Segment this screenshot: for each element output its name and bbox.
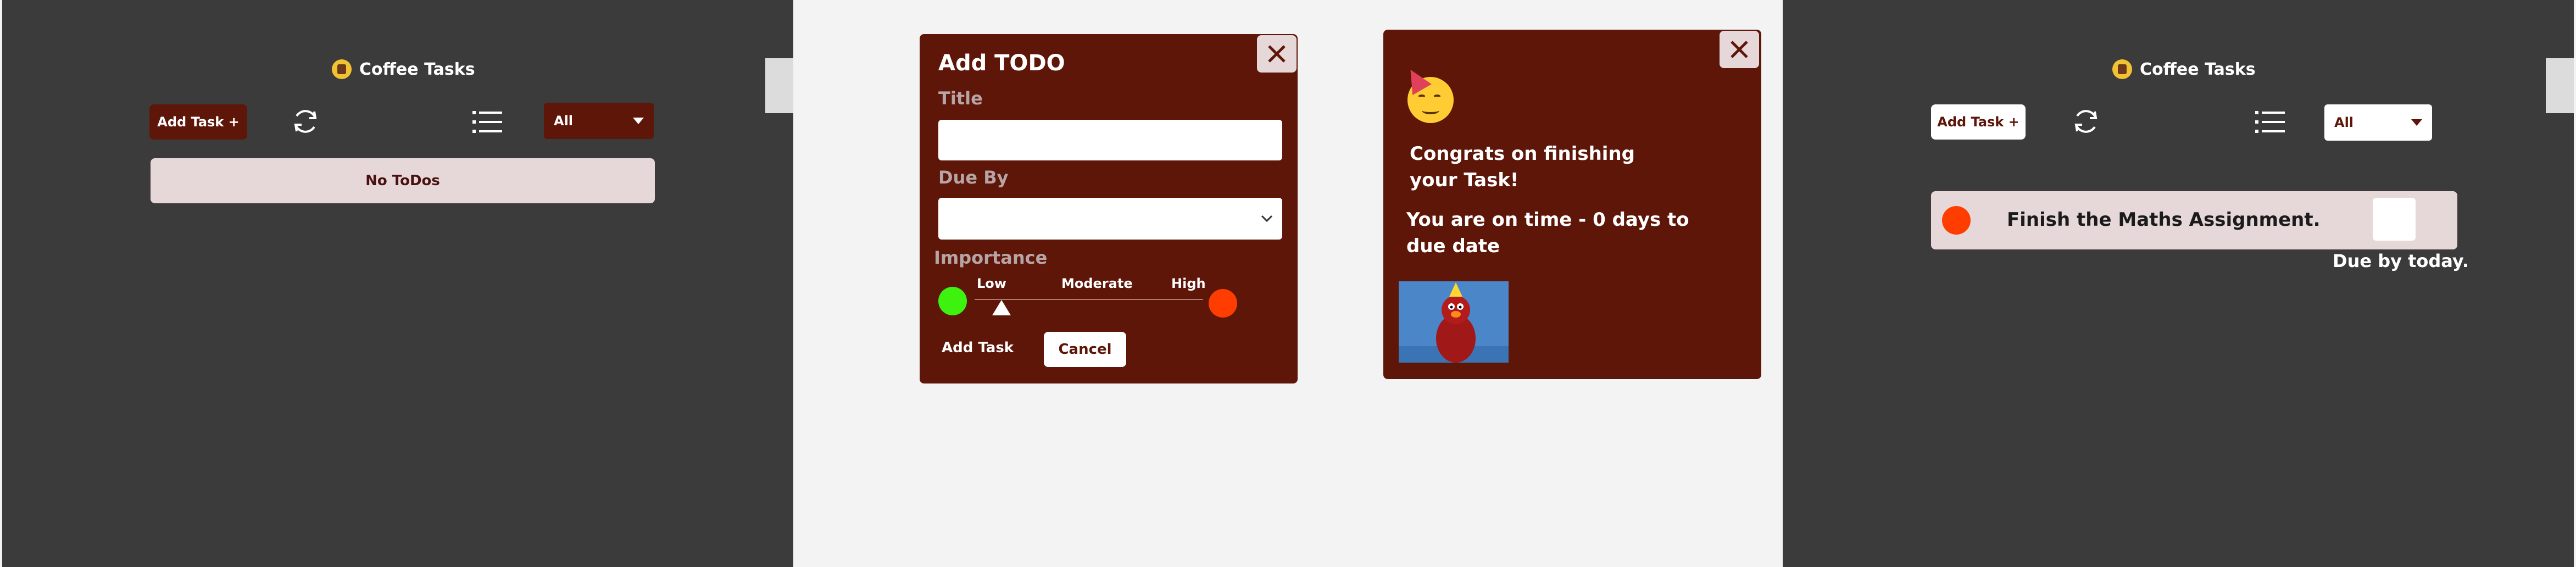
filter-value: All <box>2334 115 2354 130</box>
chevron-down-icon <box>633 118 644 124</box>
low-importance-dot <box>938 287 967 315</box>
importance-label: Importance <box>934 247 1048 268</box>
task-row[interactable]: Finish the Maths Assignment. <box>1931 191 2457 249</box>
importance-dot <box>1942 206 1971 235</box>
app-title: Coffee Tasks <box>2140 59 2256 79</box>
list-icon[interactable] <box>472 110 503 134</box>
on-time-message: You are on time - 0 days to due date <box>1406 207 1689 259</box>
close-icon <box>1268 45 1286 63</box>
congrats-line-2: your Task! <box>1410 169 1519 191</box>
task-title: Finish the Maths Assignment. <box>2007 209 2321 231</box>
title-label: Title <box>938 88 983 109</box>
level-moderate-label[interactable]: Moderate <box>1061 276 1133 291</box>
refresh-icon[interactable] <box>289 105 322 138</box>
on-time-line-2: due date <box>1406 235 1500 257</box>
level-low-label[interactable]: Low <box>977 276 1006 291</box>
side-tab[interactable] <box>765 58 793 113</box>
add-task-button[interactable]: Add Task <box>942 340 1014 356</box>
title-input[interactable] <box>938 120 1282 160</box>
logo-icon <box>2112 59 2132 79</box>
add-task-button[interactable]: Add Task + <box>1931 104 2026 140</box>
add-todo-dialog: Add TODO Title Due By Importance Low Mod… <box>920 34 1298 383</box>
level-high-label[interactable]: High <box>1171 276 1206 291</box>
close-icon <box>1731 41 1748 58</box>
importance-slider-thumb[interactable] <box>992 300 1011 315</box>
add-task-button[interactable]: Add Task + <box>149 104 247 140</box>
side-tab[interactable] <box>2546 58 2574 113</box>
close-button[interactable] <box>1720 31 1759 68</box>
congrats-line-1: Congrats on finishing <box>1410 143 1635 165</box>
high-importance-dot <box>1209 289 1237 318</box>
cancel-button[interactable]: Cancel <box>1044 332 1126 367</box>
filter-select[interactable]: All <box>544 103 654 139</box>
empty-list-message: No ToDos <box>151 158 655 203</box>
chevron-down-icon <box>2411 119 2422 126</box>
due-label: Due By <box>938 167 1009 188</box>
close-button[interactable] <box>1257 35 1297 73</box>
due-date-select[interactable] <box>938 198 1282 240</box>
app-title: Coffee Tasks <box>359 59 475 79</box>
logo-icon <box>332 59 352 79</box>
filter-select[interactable]: All <box>2324 104 2432 141</box>
task-complete-checkbox[interactable] <box>2373 198 2416 241</box>
list-icon[interactable] <box>2255 110 2286 134</box>
congrats-message: Congrats on finishing your Task! <box>1410 141 1635 193</box>
celebration-gif <box>1399 281 1509 363</box>
task-due-text: Due by today. <box>2333 251 2469 271</box>
on-time-line-1: You are on time - 0 days to <box>1406 209 1689 231</box>
chevron-down-icon <box>1261 215 1273 223</box>
congrats-dialog: Congrats on finishing your Task! You are… <box>1383 30 1761 379</box>
dialog-title: Add TODO <box>938 51 1065 76</box>
app-header: Coffee Tasks <box>332 59 475 79</box>
filter-value: All <box>554 113 574 129</box>
home-screen-empty: Coffee Tasks Add Task + All No ToDos <box>2 0 793 567</box>
refresh-icon[interactable] <box>2069 105 2102 138</box>
app-header: Coffee Tasks <box>2112 59 2256 79</box>
home-screen-tasks: Coffee Tasks Add Task + All Finish the M… <box>1783 0 2574 567</box>
